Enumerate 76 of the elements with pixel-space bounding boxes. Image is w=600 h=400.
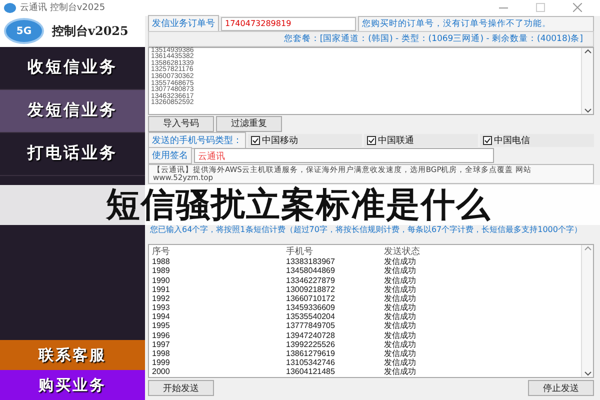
- window-title: 云通讯 控制台v2025: [20, 2, 106, 14]
- table-cell-text: 1990: [151, 276, 171, 285]
- table-cell-text: 1995: [151, 322, 171, 330]
- sidebar-item[interactable]: 打电话业务: [0, 132, 145, 176]
- action-button[interactable]: 停止发送: [528, 380, 594, 396]
- table-cell-text: 13660710172: [285, 294, 336, 303]
- order-hint: 您购买时的订单号，没有订单号操作不了功能。: [358, 16, 594, 32]
- table-cell-text: 发信成功: [383, 332, 417, 340]
- table-cell-text: 13535540204: [285, 313, 336, 322]
- check-icon: [252, 136, 259, 144]
- carrier-label: 发送的手机号码类型：: [148, 132, 246, 149]
- scroll-up-icon[interactable]: [584, 48, 592, 54]
- scroll-down-icon[interactable]: [584, 371, 592, 377]
- signature-field[interactable]: 云通讯: [194, 148, 494, 164]
- table-cell-text: 1994: [151, 313, 171, 322]
- check-icon: [484, 136, 491, 144]
- table-cell-text: 1996: [151, 332, 171, 340]
- table-cell-text: 2000: [151, 368, 171, 376]
- table-cell-text: 13105342746: [285, 359, 336, 368]
- action-button[interactable]: 开始发送: [148, 380, 214, 396]
- order-field[interactable]: 1740473289819: [221, 16, 356, 31]
- table-cell-text: 13459336609: [285, 304, 336, 312]
- table-cell-text: 发信成功: [383, 294, 417, 303]
- table-cell-text: 13947240728: [285, 332, 336, 340]
- table-cell-text: 13009218872: [285, 286, 336, 294]
- table-cell-text: 13383183967: [285, 258, 336, 266]
- order-label: 发信业务订单号: [148, 15, 219, 32]
- table-cell-text: 1988: [151, 258, 171, 266]
- table-cell-text: 1999: [151, 359, 171, 368]
- table-cell-text: 发信成功: [383, 359, 417, 368]
- table-cell-text: 13861279619: [285, 350, 336, 358]
- table-cell-text: 13604121485: [285, 368, 336, 376]
- carrier-checkbox[interactable]: 中国电信: [480, 134, 594, 147]
- table-cell-text: 1993: [151, 304, 171, 312]
- column-header[interactable]: 手机号: [224, 246, 354, 256]
- column-header[interactable]: 序号: [149, 246, 224, 256]
- table-cell-text: 13777849705: [285, 322, 336, 330]
- table-cell-text: 1997: [151, 340, 171, 349]
- sidebar-item[interactable]: 收短信业务: [0, 46, 145, 90]
- char-count: 您已输入64个字，将按照1条短信计费（超过70字，将按长信规则计费，每条以67个字计费，长短信最多支持1000个字）: [149, 224, 583, 236]
- tool-button[interactable]: 导入号码: [148, 116, 214, 132]
- sidebar-button[interactable]: 购买业务: [0, 370, 145, 400]
- table-cell-text: 1992: [151, 294, 171, 303]
- table-cell-text: 13992225526: [285, 340, 336, 349]
- sidebar-item[interactable]: 发短信业务: [0, 90, 145, 133]
- scrollbar[interactable]: [581, 48, 593, 114]
- table-cell-text: 发信成功: [383, 340, 417, 349]
- close-icon[interactable]: [573, 3, 582, 12]
- table-cell-text: 发信成功: [383, 286, 417, 294]
- plan-info: 您套餐：[国家通道：(韩国) - 类型：(1069三网通) - 剩余数量：(40018)条]: [148, 31, 594, 48]
- table-cell-text: 1998: [151, 350, 171, 358]
- table-cell-text: 1989: [151, 267, 171, 276]
- table-cell-text: 1991: [151, 286, 171, 294]
- table-cell-text: 发信成功: [383, 368, 417, 376]
- banner-title: 短信骚扰立案标准是什么: [106, 186, 491, 224]
- signature-label: 使用签名: [148, 147, 192, 164]
- table-cell-text: 发信成功: [383, 267, 417, 276]
- table-cell-text: 发信成功: [383, 258, 417, 266]
- maximize-icon[interactable]: [536, 3, 545, 12]
- sidebar-button[interactable]: 联系客服: [0, 340, 145, 370]
- table-cell-text: 13458044869: [285, 267, 336, 276]
- scrollbar[interactable]: [581, 244, 593, 377]
- logo-title: 控制台v2025: [52, 22, 128, 40]
- table-cell-text: 发信成功: [383, 276, 417, 285]
- table-cell-text: 发信成功: [383, 350, 417, 358]
- carrier-checkbox[interactable]: 中国移动: [248, 134, 362, 147]
- cloud-logo: 5G: [4, 18, 44, 44]
- table-cell-text: 发信成功: [383, 322, 417, 330]
- table-cell-text: 发信成功: [383, 313, 417, 322]
- table-cell-text: 发信成功: [383, 304, 417, 312]
- tool-button[interactable]: 过滤重复: [216, 116, 282, 132]
- carrier-checkbox[interactable]: 中国联通: [364, 134, 478, 147]
- column-header[interactable]: 发送状态: [354, 246, 479, 256]
- table-cell-text: 13346227879: [285, 276, 336, 285]
- scroll-down-icon[interactable]: [584, 108, 592, 114]
- check-icon: [368, 136, 375, 144]
